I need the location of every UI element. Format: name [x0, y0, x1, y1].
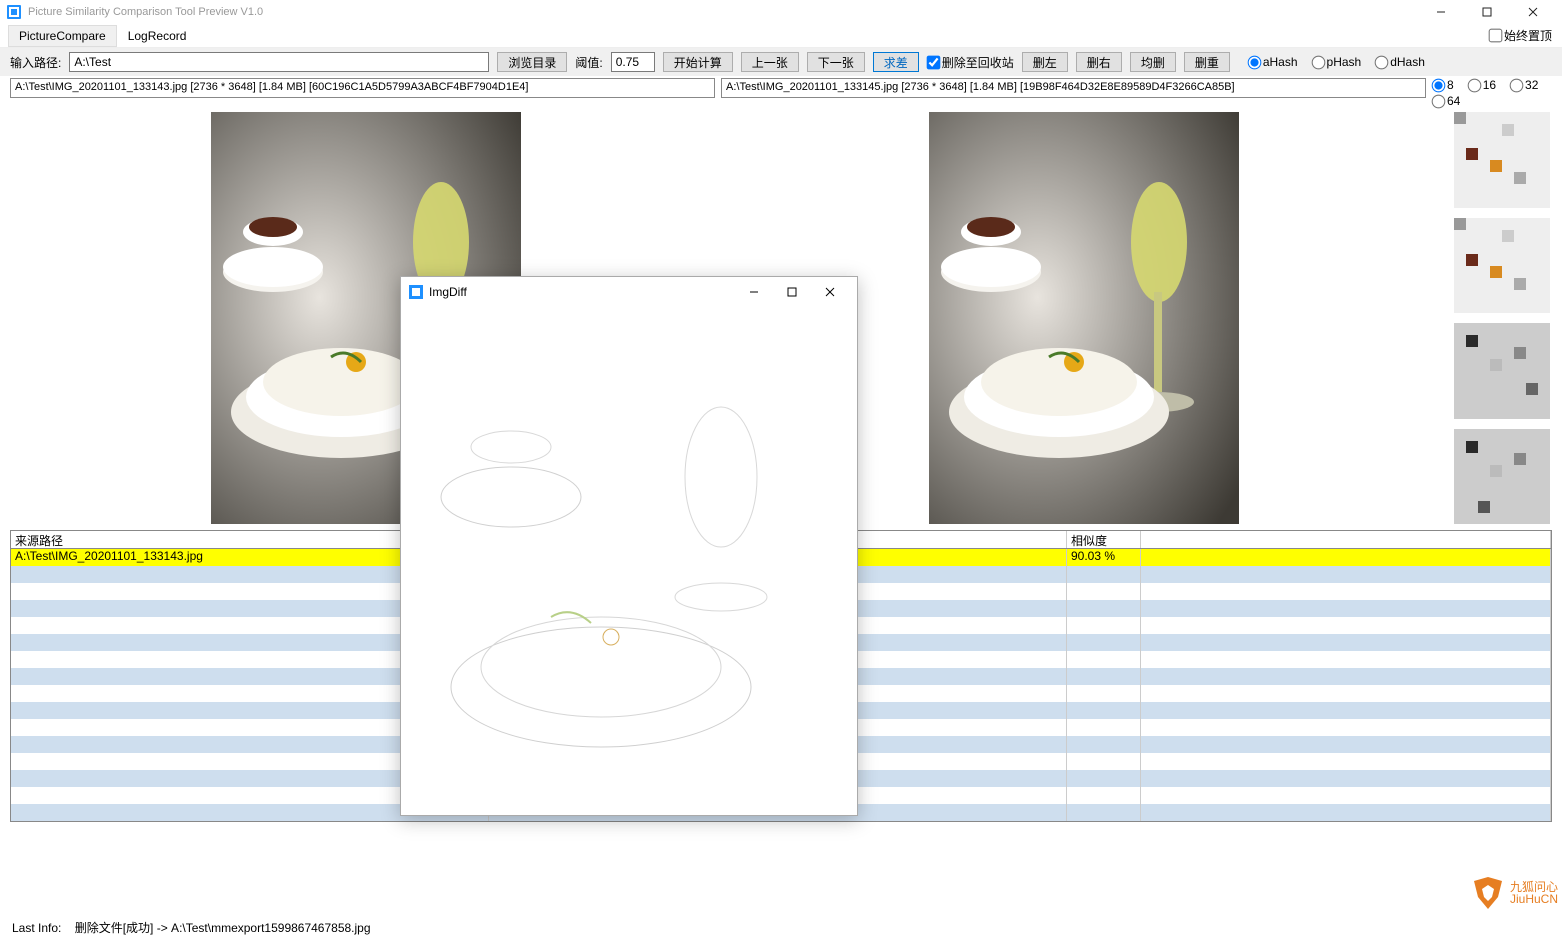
left-image-info: A:\Test\IMG_20201101_133143.jpg [2736 * … [10, 78, 715, 98]
tab-bar: PictureCompare LogRecord 始终置顶 [0, 24, 1562, 48]
minimize-button[interactable] [1418, 0, 1464, 24]
delete-dup-button[interactable]: 删重 [1184, 52, 1230, 72]
info-bar: A:\Test\IMG_20201101_133143.jpg [2736 * … [0, 76, 1562, 110]
recycle-input[interactable] [926, 55, 940, 69]
delete-right-button[interactable]: 删右 [1076, 52, 1122, 72]
window-title: Picture Similarity Comparison Tool Previ… [28, 6, 1418, 18]
status-prefix: Last Info: [12, 921, 61, 935]
recycle-checkbox[interactable]: 删除至回收站 [927, 54, 1014, 71]
threshold-label: 阈值: [575, 54, 602, 71]
col-right[interactable] [1141, 531, 1551, 548]
dialog-body [401, 307, 857, 815]
status-text: 删除文件[成功] -> A:\Test\mmexport159986746785… [75, 921, 371, 935]
cell-similarity: 90.03 % [1067, 549, 1141, 566]
dialog-minimize-button[interactable] [735, 278, 773, 306]
dialog-close-button[interactable] [811, 278, 849, 306]
size-8-radio[interactable]: 8 [1432, 78, 1454, 92]
app-icon [6, 4, 22, 20]
right-photo [929, 112, 1239, 524]
close-button[interactable] [1510, 0, 1556, 24]
hash-thumbnail-column [1446, 112, 1552, 524]
hash-thumb-1 [1452, 112, 1552, 208]
watermark-logo: 九狐问心 JiuHuCN [1470, 875, 1558, 911]
browse-button[interactable]: 浏览目录 [497, 52, 567, 72]
right-image-info: A:\Test\IMG_20201101_133145.jpg [2736 * … [721, 78, 1426, 98]
start-button[interactable]: 开始计算 [663, 52, 733, 72]
imgdiff-dialog[interactable]: ImgDiff [400, 276, 858, 816]
size-32-radio[interactable]: 32 [1510, 78, 1538, 92]
dialog-titlebar[interactable]: ImgDiff [401, 277, 857, 307]
tab-log-record[interactable]: LogRecord [117, 25, 198, 47]
size-64-radio[interactable]: 64 [1432, 94, 1460, 108]
dialog-title: ImgDiff [429, 285, 735, 299]
dialog-maximize-button[interactable] [773, 278, 811, 306]
toolbar: 输入路径: 浏览目录 阈值: 开始计算 上一张 下一张 求差 删除至回收站 删左… [0, 48, 1562, 76]
diff-image [401, 307, 857, 815]
status-bar: Last Info: 删除文件[成功] -> A:\Test\mmexport1… [0, 915, 1562, 941]
tab-picture-compare[interactable]: PictureCompare [8, 25, 117, 47]
window-titlebar: Picture Similarity Comparison Tool Previ… [0, 0, 1562, 24]
col-similarity[interactable]: 相似度 [1067, 531, 1141, 548]
ahash-radio[interactable]: aHash [1248, 55, 1298, 69]
next-button[interactable]: 下一张 [807, 52, 865, 72]
dialog-icon [409, 285, 423, 299]
always-on-top-input[interactable] [1489, 29, 1503, 43]
phash-radio[interactable]: pHash [1312, 55, 1362, 69]
maximize-button[interactable] [1464, 0, 1510, 24]
delete-both-button[interactable]: 均删 [1130, 52, 1176, 72]
hash-thumb-3 [1452, 323, 1552, 419]
size-16-radio[interactable]: 16 [1468, 78, 1496, 92]
input-path-label: 输入路径: [10, 54, 61, 71]
input-path-field[interactable] [69, 52, 489, 72]
diff-button[interactable]: 求差 [873, 52, 919, 72]
dhash-radio[interactable]: dHash [1375, 55, 1425, 69]
hash-thumb-4 [1452, 429, 1552, 525]
prev-button[interactable]: 上一张 [741, 52, 799, 72]
delete-left-button[interactable]: 删左 [1022, 52, 1068, 72]
fox-icon [1470, 875, 1506, 911]
threshold-field[interactable] [611, 52, 655, 72]
hash-thumb-2 [1452, 218, 1552, 314]
always-on-top-checkbox[interactable]: 始终置顶 [1489, 27, 1552, 44]
